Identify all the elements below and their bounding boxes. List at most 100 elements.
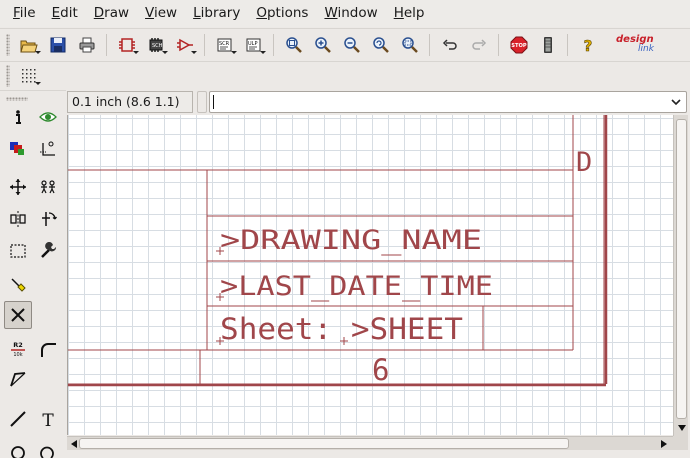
- palette-grip[interactable]: [6, 97, 28, 101]
- menu-window[interactable]: Window: [316, 0, 385, 27]
- name-button[interactable]: R2 10k: [4, 335, 32, 363]
- arc-icon: [40, 446, 54, 458]
- command-line-input[interactable]: [209, 91, 687, 113]
- toolbar-separator: [273, 33, 274, 56]
- print-icon: [79, 37, 94, 52]
- vertical-scroll-thumb[interactable]: [676, 119, 687, 419]
- change-button[interactable]: [34, 237, 62, 265]
- toolbar-grip[interactable]: [6, 33, 10, 56]
- redo-icon: [471, 38, 486, 50]
- toolbar-separator: [106, 33, 107, 56]
- arrow-left-icon: [71, 439, 77, 448]
- mark-button[interactable]: [34, 135, 62, 163]
- toolbar-separator: [204, 33, 205, 56]
- rotate-button[interactable]: [34, 205, 62, 233]
- board-icon: SCH: [149, 37, 163, 52]
- go-button[interactable]: [535, 33, 560, 57]
- scroll-right-arrow[interactable]: [657, 437, 671, 450]
- group-button[interactable]: [4, 237, 32, 265]
- svg-text:ULP: ULP: [248, 41, 257, 47]
- save-button[interactable]: [45, 33, 70, 57]
- redo-button[interactable]: [466, 33, 491, 57]
- zoom-redraw-icon: [372, 36, 389, 53]
- print-button[interactable]: [74, 33, 99, 57]
- scroll-down-arrow[interactable]: [674, 421, 689, 435]
- ulp-button[interactable]: ULP: [241, 33, 266, 57]
- vertical-scrollbar[interactable]: [673, 115, 688, 436]
- stop-label: STOP: [511, 43, 527, 49]
- menu-view[interactable]: View: [137, 0, 185, 27]
- mark-icon: [40, 141, 55, 156]
- menu-help[interactable]: Help: [386, 0, 433, 27]
- drawing-canvas[interactable]: D >DRAWING_NAME >LAST_DATE_TIME Sheet: >…: [67, 115, 673, 435]
- stop-icon: STOP: [510, 36, 527, 53]
- chevron-down-icon: [671, 98, 681, 105]
- board-button[interactable]: SCH: [143, 33, 168, 57]
- wire-button[interactable]: [4, 405, 32, 433]
- zoom-redraw-button[interactable]: [368, 33, 393, 57]
- name-icon-top-label: R2: [13, 341, 23, 349]
- designlink-logo[interactable]: design link: [616, 34, 662, 56]
- menu-options[interactable]: Options: [248, 0, 316, 27]
- menu-library[interactable]: Library: [185, 0, 248, 27]
- script-icon: SCR: [217, 38, 231, 51]
- cam-icon: [118, 37, 135, 52]
- grid-icon: [21, 68, 35, 82]
- zoom-select-icon: [401, 36, 418, 53]
- horizontal-scroll-thumb[interactable]: [79, 438, 569, 449]
- schematic-button[interactable]: [172, 33, 197, 57]
- menu-file[interactable]: File: [5, 0, 44, 27]
- name-icon-bottom-label: 10k: [13, 352, 22, 358]
- miter-icon: [41, 343, 56, 357]
- arrow-down-icon: [677, 425, 686, 431]
- command-history-dropdown[interactable]: [666, 92, 686, 112]
- menu-edit[interactable]: Edit: [44, 0, 86, 27]
- horizontal-scrollbar[interactable]: [67, 436, 673, 450]
- miter-button[interactable]: [34, 335, 62, 363]
- zoom-out-button[interactable]: [339, 33, 364, 57]
- command-line-grip[interactable]: [197, 91, 207, 113]
- delete-button[interactable]: [4, 301, 32, 329]
- svg-text:SCH: SCH: [152, 43, 163, 49]
- parameter-toolbar: [0, 61, 690, 89]
- open-button[interactable]: [16, 33, 41, 57]
- text-caret: [213, 95, 214, 109]
- menu-draw[interactable]: Draw: [86, 0, 137, 27]
- save-icon: [50, 37, 65, 52]
- move-icon: [10, 179, 26, 195]
- show-button[interactable]: [34, 103, 62, 131]
- undo-button[interactable]: [437, 33, 462, 57]
- arc-button[interactable]: [34, 437, 62, 458]
- move-button[interactable]: [4, 173, 32, 201]
- last-date-time-text: >LAST_DATE_TIME: [220, 271, 493, 302]
- paste-button[interactable]: [4, 271, 32, 299]
- zoom-select-button[interactable]: [397, 33, 422, 57]
- mirror-button[interactable]: [4, 205, 32, 233]
- show-icon: [39, 112, 57, 122]
- script-button[interactable]: SCR: [212, 33, 237, 57]
- info-button[interactable]: [4, 103, 32, 131]
- grid-button[interactable]: [16, 64, 41, 88]
- toolbar-grip[interactable]: [6, 64, 10, 87]
- delete-icon: [11, 308, 25, 322]
- name-icon: R2 10k: [11, 341, 25, 358]
- split-button[interactable]: [4, 365, 32, 393]
- copy-button[interactable]: [34, 173, 62, 201]
- command-palette: R2 10k T: [0, 90, 66, 458]
- display-layers-icon: [10, 142, 24, 155]
- display-layers-button[interactable]: [4, 135, 32, 163]
- drawing-name-text: >DRAWING_NAME: [220, 225, 482, 256]
- open-icon: [19, 40, 38, 52]
- go-icon: [543, 36, 552, 53]
- cam-button[interactable]: [114, 33, 139, 57]
- text-icon: T: [42, 411, 54, 428]
- help-button[interactable]: ?: [575, 33, 600, 57]
- toolbar-separator: [429, 33, 430, 56]
- zoom-in-button[interactable]: [310, 33, 335, 57]
- stop-button[interactable]: STOP: [506, 33, 531, 57]
- circle-button[interactable]: [4, 437, 32, 458]
- arrow-right-icon: [661, 439, 667, 448]
- scrollbar-corner: [673, 436, 688, 450]
- text-button[interactable]: T: [34, 405, 62, 433]
- zoom-fit-button[interactable]: [281, 33, 306, 57]
